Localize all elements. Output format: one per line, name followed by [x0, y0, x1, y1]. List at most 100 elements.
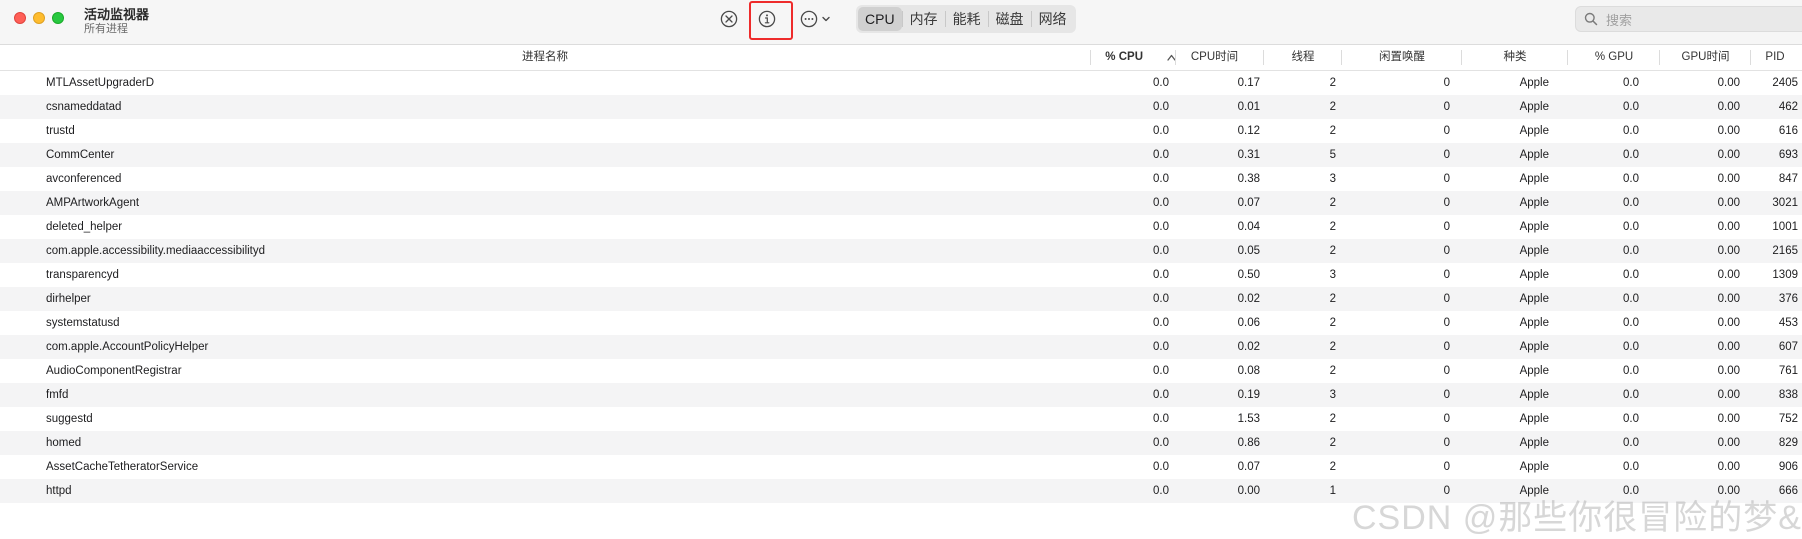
table-row[interactable]: com.apple.accessibility.mediaaccessibili… — [0, 239, 1802, 263]
window-close-button[interactable] — [14, 12, 26, 24]
table-row[interactable]: AssetCacheTetheratorService 0.0 0.07 2 0 Appl… — [0, 455, 1802, 479]
kind-cell: Apple — [1519, 101, 1549, 113]
pid-cell: 761 — [1778, 365, 1798, 377]
cpu-time-cell: 0.19 — [1237, 389, 1260, 401]
table-row[interactable]: com.apple.AccountPolicyHelper 0.0 0.02 2 0 Ap… — [0, 335, 1802, 359]
gpu-percent-cell: 0.0 — [1623, 269, 1639, 281]
cpu-time-cell: 0.07 — [1237, 197, 1260, 209]
table-row[interactable]: csnameddatad 0.0 0.01 2 0 Apple 0.0 0.00 462 — [0, 95, 1802, 119]
table-row[interactable]: fmfd 0.0 0.19 3 0 Apple 0.0 0.00 838 — [0, 383, 1802, 407]
table-row[interactable]: suggestd 0.0 1.53 2 0 Apple 0.0 0.00 752 — [0, 407, 1802, 431]
table-row[interactable]: transparencyd 0.0 0.50 3 0 Apple 0.0 0.00 1309 — [0, 263, 1802, 287]
pid-cell: 607 — [1778, 341, 1798, 353]
column-header-idle-wake-ups[interactable]: 闲置唤醒 — [1343, 45, 1461, 70]
cpu-percent-cell: 0.0 — [1153, 173, 1169, 185]
kind-cell: Apple — [1519, 413, 1549, 425]
table-row[interactable]: AudioComponentRegistrar 0.0 0.08 2 0 Apple 0.0… — [0, 359, 1802, 383]
table-row[interactable]: deleted_helper 0.0 0.04 2 0 Apple 0.0 0.00 1001 — [0, 215, 1802, 239]
cpu-percent-cell: 0.0 — [1153, 269, 1169, 281]
cpu-time-cell: 0.17 — [1237, 77, 1260, 89]
cpu-percent-cell: 0.0 — [1153, 365, 1169, 377]
column-header-cpu[interactable]: % CPU — [1092, 45, 1143, 70]
cpu-time-cell: 0.06 — [1237, 317, 1260, 329]
pid-cell: 2165 — [1772, 245, 1798, 257]
more-actions-button[interactable] — [797, 9, 833, 29]
tab-energy[interactable]: 能耗 — [946, 7, 988, 31]
cpu-percent-cell: 0.0 — [1153, 317, 1169, 329]
cpu-time-cell: 0.50 — [1237, 269, 1260, 281]
pid-cell: 838 — [1778, 389, 1798, 401]
process-table: MTLAssetUpgraderD 0.0 0.17 2 0 Apple 0.0 0.00 24… — [0, 71, 1802, 503]
window-zoom-button[interactable] — [52, 12, 64, 24]
table-row[interactable]: homed 0.0 0.86 2 0 Apple 0.0 0.00 829 — [0, 431, 1802, 455]
search-field[interactable] — [1575, 6, 1802, 32]
pid-cell: 1001 — [1772, 221, 1798, 233]
kind-cell: Apple — [1519, 365, 1549, 377]
idle-wake-ups-cell: 0 — [1443, 437, 1450, 449]
threads-cell: 2 — [1329, 413, 1336, 425]
column-header-pid[interactable]: PID — [1752, 45, 1798, 70]
tab-disk[interactable]: 磁盘 — [989, 7, 1031, 31]
table-row[interactable]: MTLAssetUpgraderD 0.0 0.17 2 0 Apple 0.0 0.00 24… — [0, 71, 1802, 95]
table-row[interactable]: trustd 0.0 0.12 2 0 Apple 0.0 0.00 616 — [0, 119, 1802, 143]
stop-process-button[interactable] — [719, 9, 739, 29]
pid-cell: 1309 — [1772, 269, 1798, 281]
kind-cell: Apple — [1519, 389, 1549, 401]
table-row[interactable]: dirhelper 0.0 0.02 2 0 Apple 0.0 0.00 376 — [0, 287, 1802, 311]
idle-wake-ups-cell: 0 — [1443, 413, 1450, 425]
cpu-time-cell: 0.02 — [1237, 293, 1260, 305]
search-input[interactable] — [1604, 9, 1798, 31]
gpu-percent-cell: 0.0 — [1623, 341, 1639, 353]
threads-cell: 3 — [1329, 173, 1336, 185]
gpu-percent-cell: 0.0 — [1623, 317, 1639, 329]
threads-cell: 3 — [1329, 269, 1336, 281]
column-header-kind[interactable]: 种类 — [1463, 45, 1567, 70]
column-header-threads[interactable]: 线程 — [1265, 45, 1341, 70]
pid-cell: 906 — [1778, 461, 1798, 473]
idle-wake-ups-cell: 0 — [1443, 149, 1450, 161]
process-name-cell: systemstatusd — [46, 317, 120, 329]
table-row[interactable]: avconferenced 0.0 0.38 3 0 Apple 0.0 0.00 847 — [0, 167, 1802, 191]
tab-cpu[interactable]: CPU — [858, 7, 902, 31]
cpu-percent-cell: 0.0 — [1153, 101, 1169, 113]
column-header-cpu-time[interactable]: CPU时间 — [1177, 45, 1252, 70]
toolbar: 活动监视器 所有进程 CPU 内存 能耗 磁盘 网络 搜索 — [0, 0, 1802, 45]
pid-cell: 376 — [1778, 293, 1798, 305]
process-name-cell: CommCenter — [46, 149, 115, 161]
table-row[interactable]: httpd 0.0 0.00 1 0 Apple 0.0 0.00 666 — [0, 479, 1802, 503]
column-divider — [1750, 50, 1751, 65]
kind-cell: Apple — [1519, 461, 1549, 473]
gpu-time-cell: 0.00 — [1717, 77, 1740, 89]
column-header-gpu-time[interactable]: GPU时间 — [1661, 45, 1750, 70]
gpu-time-cell: 0.00 — [1717, 413, 1740, 425]
idle-wake-ups-cell: 0 — [1443, 125, 1450, 137]
idle-wake-ups-cell: 0 — [1443, 461, 1450, 473]
tab-memory[interactable]: 内存 — [903, 7, 945, 31]
table-row[interactable]: systemstatusd 0.0 0.06 2 0 Apple 0.0 0.00 453 — [0, 311, 1802, 335]
column-header-process-name[interactable]: 进程名称 — [0, 45, 1090, 70]
table-row[interactable]: AMPArtworkAgent 0.0 0.07 2 0 Apple 0.0 0.00 3021 — [0, 191, 1802, 215]
column-divider — [1090, 50, 1091, 65]
process-name-cell: httpd — [46, 485, 72, 497]
idle-wake-ups-cell: 0 — [1443, 485, 1450, 497]
gpu-percent-cell: 0.0 — [1623, 389, 1639, 401]
pid-cell: 752 — [1778, 413, 1798, 425]
gpu-percent-cell: 0.0 — [1623, 77, 1639, 89]
table-row[interactable]: CommCenter 0.0 0.31 5 0 Apple 0.0 0.00 693 — [0, 143, 1802, 167]
gpu-percent-cell: 0.0 — [1623, 101, 1639, 113]
cpu-percent-cell: 0.0 — [1153, 197, 1169, 209]
gpu-percent-cell: 0.0 — [1623, 125, 1639, 137]
gpu-time-cell: 0.00 — [1717, 365, 1740, 377]
xmark-circle-icon — [720, 10, 738, 28]
idle-wake-ups-cell: 0 — [1443, 365, 1450, 377]
kind-cell: Apple — [1519, 317, 1549, 329]
tab-network[interactable]: 网络 — [1032, 7, 1074, 31]
cpu-percent-cell: 0.0 — [1153, 413, 1169, 425]
process-name-cell: csnameddatad — [46, 101, 122, 113]
gpu-time-cell: 0.00 — [1717, 101, 1740, 113]
pid-cell: 3021 — [1772, 197, 1798, 209]
column-header-gpu[interactable]: % GPU — [1569, 45, 1659, 70]
window-minimize-button[interactable] — [33, 12, 45, 24]
gpu-percent-cell: 0.0 — [1623, 485, 1639, 497]
column-divider — [1175, 50, 1176, 65]
